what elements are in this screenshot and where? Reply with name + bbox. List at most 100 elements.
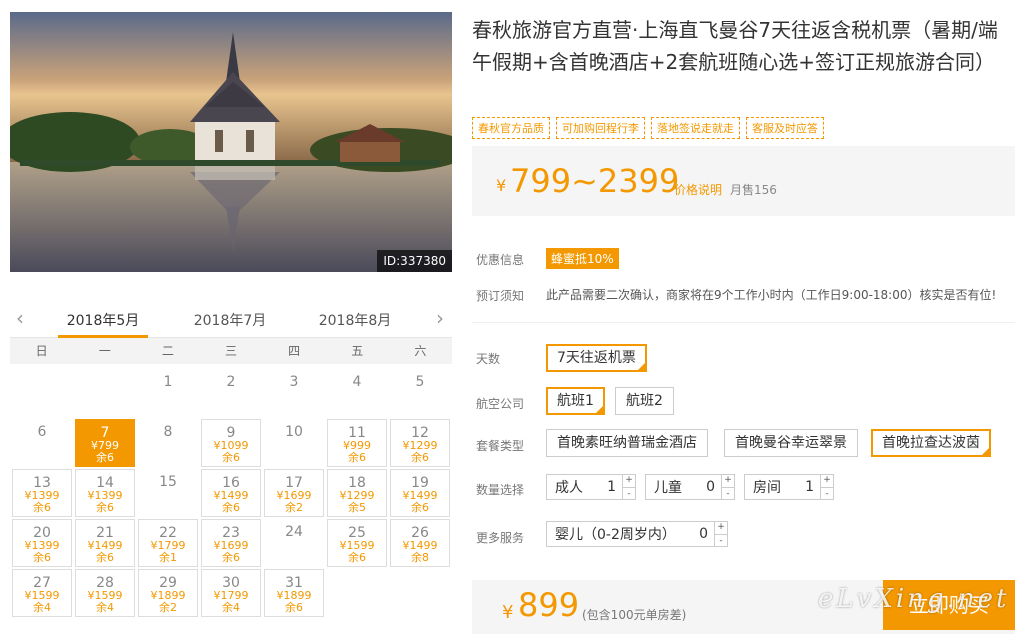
calendar-day[interactable]: 25 ¥1599 余6 — [327, 519, 387, 567]
child-label: 儿童 — [654, 480, 682, 496]
room-stepper[interactable]: 房间 1 + - — [744, 474, 834, 500]
calendar-day-number: 24 — [285, 524, 303, 540]
adult-plus-button[interactable]: + — [623, 474, 635, 488]
tag-visa-on-arrival: 落地签说走就走 — [651, 117, 740, 139]
option-days-7[interactable]: 7天往返机票 — [546, 344, 647, 372]
calendar-day[interactable]: 22 ¥1799 余1 — [138, 519, 198, 567]
tab-month-august[interactable]: 2018年8月 — [310, 310, 400, 330]
calendar-day-remaining: 余6 — [33, 551, 51, 564]
tag-customer-service: 客服及时应答 — [746, 117, 824, 139]
price-calendar: 日 一 二 三 四 五 六 1 2 3 4 5 6 7 ¥799 余6 8 9 ¥1099 余6 10 11… — [10, 338, 452, 617]
calendar-day[interactable]: 23 ¥1699 余6 — [201, 519, 261, 567]
calendar-day-number: 10 — [285, 424, 303, 440]
option-airline-1[interactable]: 航班1 — [546, 387, 605, 415]
airline-label: 航空公司 — [476, 397, 525, 411]
calendar-grid: 1 2 3 4 5 6 7 ¥799 余6 8 9 ¥1099 余6 10 11 ¥999 余6 12 ¥1299 余… — [10, 364, 452, 617]
buy-now-button[interactable]: 立即购买 — [883, 580, 1015, 630]
currency-symbol: ¥ — [496, 176, 507, 195]
calendar-day-remaining: 余6 — [96, 551, 114, 564]
calendar-day[interactable]: 9 ¥1099 余6 — [201, 419, 261, 467]
tab-month-may[interactable]: 2018年5月 — [58, 310, 148, 338]
calendar-day[interactable]: 12 ¥1299 余6 — [390, 419, 450, 467]
option-package-1[interactable]: 首晚素旺纳普瑞金酒店 — [546, 429, 708, 457]
infant-steps: + - — [714, 521, 727, 547]
infant-value[interactable]: 0 — [699, 526, 714, 542]
calendar-day[interactable]: 19 ¥1499 余6 — [390, 469, 450, 517]
product-image[interactable]: ID:337380 — [10, 12, 452, 272]
product-title: 春秋旅游官方直营·上海直飞曼谷7天往返含税机票（暑期/端午假期+含首晚酒店+2套… — [472, 18, 998, 74]
calendar-day[interactable]: 16 ¥1499 余6 — [201, 469, 261, 517]
calendar-day[interactable]: 28 ¥1599 余4 — [75, 569, 135, 617]
room-minus-button[interactable]: - — [821, 488, 833, 501]
weekday-tue: 二 — [161, 344, 174, 358]
option-airline-2[interactable]: 航班2 — [615, 387, 674, 415]
calendar-day-number: 5 — [415, 374, 425, 390]
calendar-day[interactable]: 20 ¥1399 余6 — [12, 519, 72, 567]
total-price: 899 — [518, 586, 580, 624]
month-navigation: ‹ 2018年5月 2018年7月 2018年8月 › — [10, 302, 452, 338]
calendar-day-remaining: 余6 — [285, 601, 303, 614]
adult-value[interactable]: 1 — [607, 479, 622, 495]
calendar-day: 2 — [201, 369, 261, 417]
calendar-day-number: 23 — [222, 525, 240, 541]
calendar-day-number: 27 — [33, 575, 51, 591]
calendar-empty — [75, 369, 135, 417]
calendar-day-number: 31 — [285, 575, 303, 591]
notice-label: 预订须知 — [476, 289, 525, 303]
weekday-sat: 六 — [414, 344, 427, 358]
total-currency: ¥ — [502, 602, 514, 623]
tab-month-july[interactable]: 2018年7月 — [185, 310, 275, 330]
infant-plus-button[interactable]: + — [715, 521, 727, 535]
calendar-day[interactable]: 30 ¥1799 余4 — [201, 569, 261, 617]
price-range: 799~2399 — [510, 162, 680, 200]
calendar-day-number: 1 — [163, 374, 173, 390]
purchase-bar: ¥ 899 (包含100元单房差) 立即购买 — [472, 580, 1015, 634]
calendar-day[interactable]: 18 ¥1299 余5 — [327, 469, 387, 517]
calendar-day[interactable]: 7 ¥799 余6 — [75, 419, 135, 467]
chevron-right-icon[interactable]: › — [436, 306, 444, 330]
calendar-day[interactable]: 27 ¥1599 余4 — [12, 569, 72, 617]
infant-minus-button[interactable]: - — [715, 535, 727, 548]
child-value[interactable]: 0 — [706, 479, 721, 495]
calendar-day[interactable]: 14 ¥1399 余6 — [75, 469, 135, 517]
calendar-day: 1 — [138, 369, 198, 417]
adult-stepper[interactable]: 成人 1 + - — [546, 474, 636, 500]
option-package-3[interactable]: 首晚拉查达波茵 — [871, 429, 991, 457]
child-plus-button[interactable]: + — [722, 474, 734, 488]
calendar-day-remaining: 余6 — [222, 501, 240, 514]
price-explain-link[interactable]: 价格说明 — [674, 181, 722, 198]
chevron-left-icon[interactable]: ‹ — [16, 306, 24, 330]
child-minus-button[interactable]: - — [722, 488, 734, 501]
calendar-day[interactable]: 26 ¥1499 余8 — [390, 519, 450, 567]
temple-photo — [10, 12, 452, 272]
option-package-2[interactable]: 首晚曼谷幸运翠景 — [724, 429, 858, 457]
product-id-badge: ID:337380 — [377, 250, 452, 272]
calendar-day: 6 — [12, 419, 72, 467]
product-tags: 春秋官方品质 可加购回程行李 落地签说走就走 客服及时应答 — [472, 117, 824, 139]
monthly-sales: 月售156 — [730, 183, 777, 197]
calendar-day-remaining: 余6 — [222, 551, 240, 564]
calendar-day[interactable]: 31 ¥1899 余6 — [264, 569, 324, 617]
infant-stepper[interactable]: 婴儿（0-2周岁内） 0 + - — [546, 521, 728, 547]
weekday-thu: 四 — [288, 344, 301, 358]
calendar-day[interactable]: 29 ¥1899 余2 — [138, 569, 198, 617]
room-value[interactable]: 1 — [805, 479, 820, 495]
calendar-day-number: 15 — [159, 474, 177, 490]
total-note: (包含100元单房差) — [582, 608, 687, 622]
calendar-day-number: 17 — [285, 475, 303, 491]
calendar-day-remaining: 余6 — [96, 501, 114, 514]
calendar-day-remaining: 余2 — [285, 501, 303, 514]
weekday-fri: 五 — [351, 344, 364, 358]
calendar-day-remaining: 余4 — [222, 601, 240, 614]
calendar-empty — [12, 369, 72, 417]
calendar-day[interactable]: 17 ¥1699 余2 — [264, 469, 324, 517]
calendar-day[interactable]: 13 ¥1399 余6 — [12, 469, 72, 517]
calendar-day: 8 — [138, 419, 198, 467]
calendar-day-number: 29 — [159, 575, 177, 591]
room-plus-button[interactable]: + — [821, 474, 833, 488]
calendar-day[interactable]: 11 ¥999 余6 — [327, 419, 387, 467]
room-label: 房间 — [753, 480, 781, 496]
child-stepper[interactable]: 儿童 0 + - — [645, 474, 735, 500]
adult-minus-button[interactable]: - — [623, 488, 635, 501]
calendar-day[interactable]: 21 ¥1499 余6 — [75, 519, 135, 567]
